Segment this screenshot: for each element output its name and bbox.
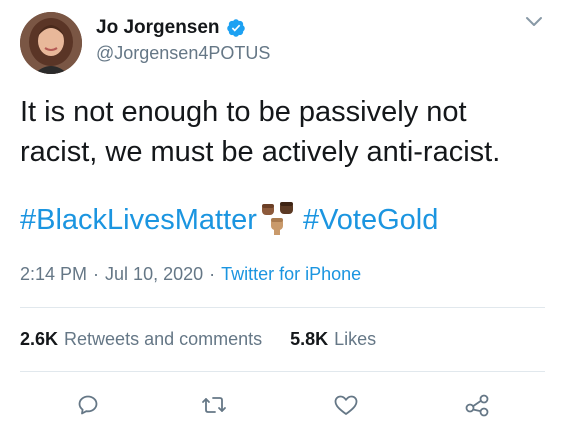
- tweet-card: Jo Jorgensen @Jorgensen4POTUS It is not …: [0, 0, 564, 434]
- hashtag-vote-gold[interactable]: #VoteGold: [303, 204, 438, 237]
- engagement-stats: 2.6K Retweets and comments 5.8K Likes: [20, 329, 404, 350]
- tweet-text: It is not enough to be passively not rac…: [20, 96, 501, 168]
- hashtag-black-lives-matter[interactable]: #BlackLivesMatter: [20, 204, 257, 237]
- retweet-button[interactable]: [199, 390, 229, 420]
- retweets-count: 2.6K: [20, 329, 59, 349]
- reply-button[interactable]: [73, 390, 103, 420]
- verified-badge-icon: [226, 19, 245, 37]
- share-button[interactable]: [462, 390, 492, 420]
- divider: [20, 371, 545, 372]
- action-bar: [0, 390, 564, 420]
- meta-separator: ·: [93, 264, 100, 284]
- likes-count: 5.8K: [290, 329, 329, 349]
- chevron-down-icon[interactable]: [524, 15, 544, 29]
- raised-fists-icon: [259, 200, 299, 240]
- likes-label: Likes: [334, 329, 377, 349]
- likes-stat[interactable]: 5.8K Likes: [290, 329, 376, 350]
- tweet-time[interactable]: 2:14 PM: [20, 264, 87, 285]
- author-name-row: Jo Jorgensen: [96, 17, 246, 39]
- tweet-metadata: 2:14 PM · Jul 10, 2020 · Twitter for iPh…: [20, 264, 361, 285]
- hashtag-line: #BlackLivesMatter #VoteGold: [20, 200, 438, 240]
- tweet-source-link[interactable]: Twitter for iPhone: [221, 264, 361, 285]
- like-button[interactable]: [331, 390, 361, 420]
- meta-separator: ·: [209, 264, 216, 284]
- avatar[interactable]: [20, 12, 82, 74]
- retweets-stat[interactable]: 2.6K Retweets and comments: [20, 329, 262, 350]
- share-icon: [465, 394, 489, 417]
- retweet-icon: [202, 397, 226, 413]
- divider: [20, 307, 545, 308]
- author-handle[interactable]: @Jorgensen4POTUS: [96, 43, 270, 64]
- reply-icon: [78, 395, 98, 415]
- author-display-name[interactable]: Jo Jorgensen: [96, 17, 220, 39]
- retweets-label: Retweets and comments: [64, 329, 263, 349]
- tweet-date[interactable]: Jul 10, 2020: [105, 264, 203, 285]
- like-icon: [334, 395, 358, 415]
